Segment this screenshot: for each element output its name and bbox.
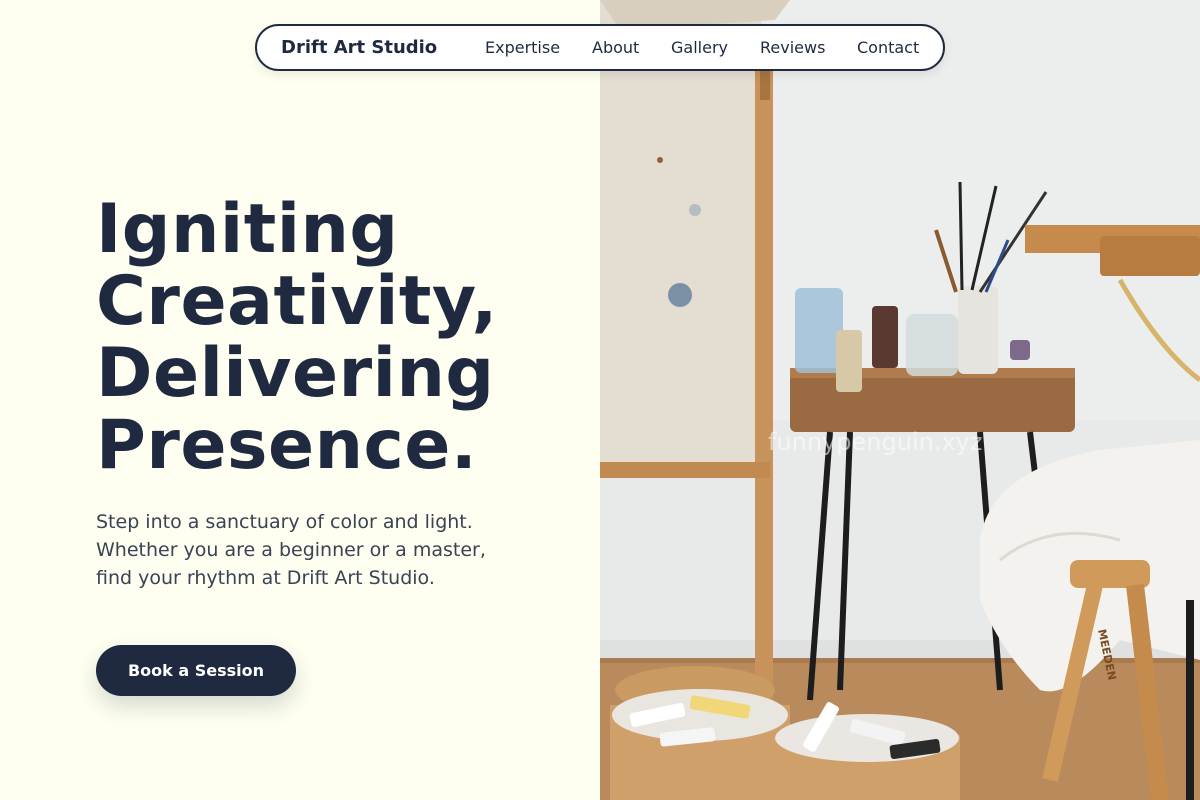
main-navigation: Drift Art Studio Expertise About Gallery… [255,24,945,71]
headline-line-2: Creativity, [96,262,498,341]
watermark-text: funnypenguin.xyz [768,428,982,456]
nav-link-reviews[interactable]: Reviews [760,38,825,57]
studio-photo: funnypenguin.xyz MEEDEN [600,0,1200,800]
headline-line-1: Igniting [96,190,399,269]
nav-link-gallery[interactable]: Gallery [671,38,728,57]
landing-page: Igniting Creativity, Delivering Presence… [0,0,1200,800]
hero-intro-text: Step into a sanctuary of color and light… [96,511,486,589]
hero-section: Igniting Creativity, Delivering Presence… [0,0,600,800]
book-session-button[interactable]: Book a Session [96,645,296,696]
art-studio-illustration: funnypenguin.xyz MEEDEN [600,0,1200,800]
nav-link-contact[interactable]: Contact [857,38,919,57]
nav-links: Expertise About Gallery Reviews Contact [257,26,943,69]
headline-line-3: Delivering [96,334,495,413]
hero-headline: Igniting Creativity, Delivering Presence… [96,194,566,482]
headline-line-4: Presence. [96,406,478,485]
nav-link-expertise[interactable]: Expertise [485,38,560,57]
nav-link-about[interactable]: About [592,38,639,57]
